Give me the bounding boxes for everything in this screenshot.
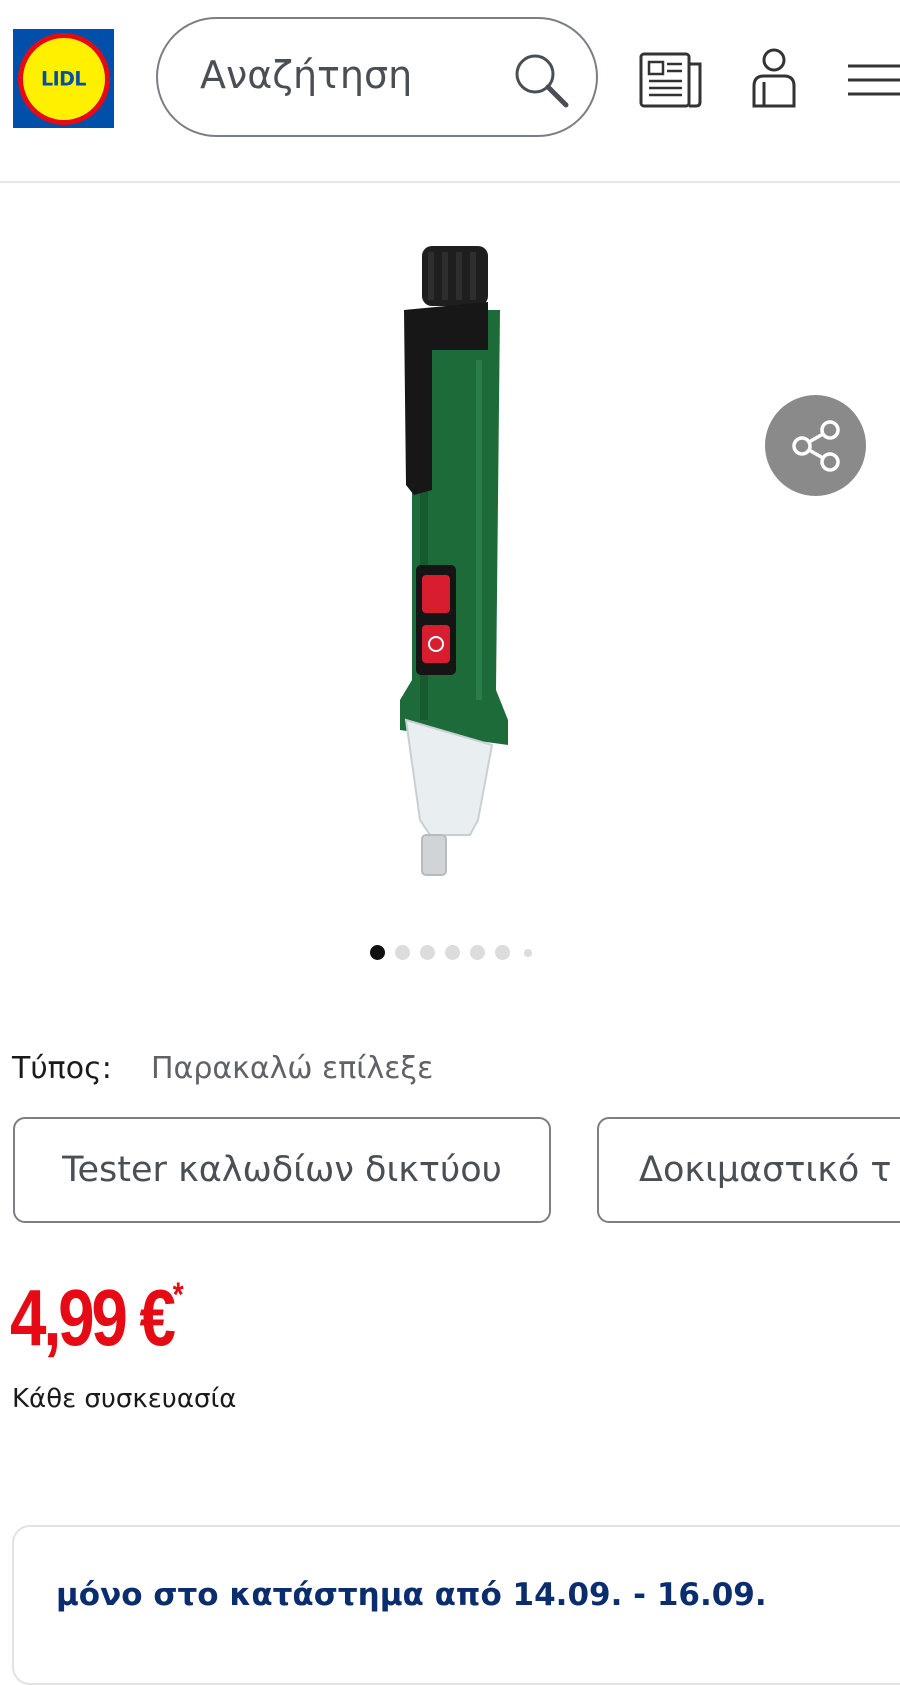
search-input[interactable]: Αναζήτηση bbox=[156, 17, 598, 137]
search-placeholder: Αναζήτηση bbox=[200, 53, 413, 97]
pagination-dot-active[interactable] bbox=[370, 945, 385, 960]
pagination-dot[interactable] bbox=[420, 945, 435, 960]
account-icon[interactable] bbox=[748, 46, 800, 110]
availability-text: μόνο στο κατάστημα από 14.09. - 16.09. bbox=[56, 1577, 767, 1613]
availability-box: μόνο στο κατάστημα από 14.09. - 16.09. bbox=[12, 1525, 900, 1685]
variant-label: Δοκιμαστικό τ bbox=[639, 1150, 892, 1190]
price-value: 4,99 € bbox=[10, 1273, 176, 1362]
header: LIDL Αναζήτηση bbox=[0, 0, 900, 183]
pagination-dot[interactable] bbox=[470, 945, 485, 960]
lidl-logo[interactable]: LIDL bbox=[13, 29, 114, 128]
price-unit: Κάθε συσκευασία bbox=[12, 1384, 237, 1414]
variant-option-2[interactable]: Δοκιμαστικό τ bbox=[597, 1117, 900, 1223]
pagination-dot[interactable] bbox=[395, 945, 410, 960]
pagination-dot[interactable] bbox=[523, 948, 532, 957]
pagination-dot[interactable] bbox=[445, 945, 460, 960]
flyer-icon[interactable] bbox=[638, 50, 704, 110]
share-button[interactable] bbox=[765, 395, 866, 496]
logo-text: LIDL bbox=[40, 66, 87, 91]
product-image[interactable] bbox=[380, 240, 530, 900]
price: 4,99 €* bbox=[10, 1278, 184, 1358]
variant-option-1[interactable]: Tester καλωδίων δικτύου bbox=[13, 1117, 551, 1223]
share-icon bbox=[791, 419, 840, 472]
variant-label: Tester καλωδίων δικτύου bbox=[62, 1150, 502, 1190]
menu-icon[interactable] bbox=[846, 60, 900, 100]
type-label: Τύπος: bbox=[12, 1051, 112, 1086]
type-value: Παρακαλώ επίλεξε bbox=[151, 1051, 434, 1086]
price-footnote-mark: * bbox=[172, 1276, 184, 1314]
search-icon[interactable] bbox=[510, 49, 572, 111]
pagination-dot[interactable] bbox=[495, 945, 510, 960]
